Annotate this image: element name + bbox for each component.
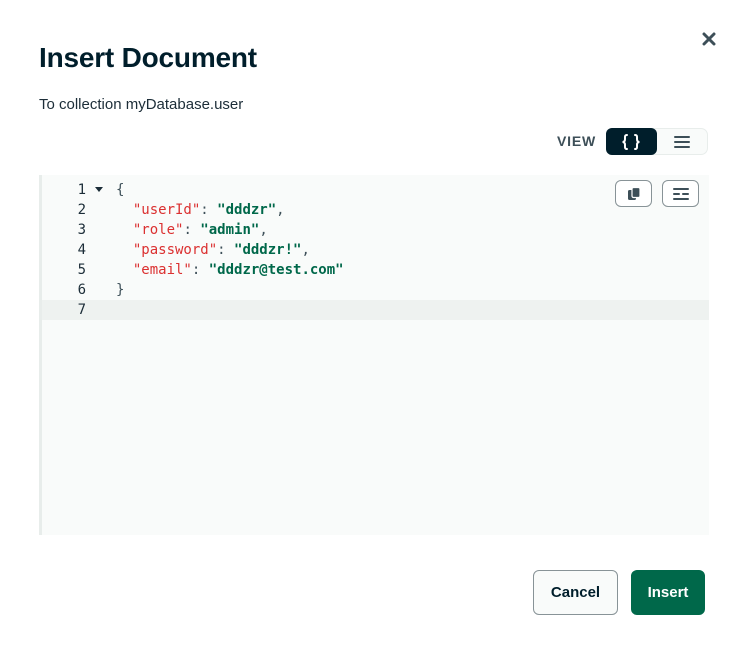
json-key: "userId" [132, 202, 201, 218]
line-number: 5 [77, 262, 86, 278]
code-line: 6 } [42, 280, 709, 300]
view-label: VIEW [557, 133, 596, 149]
json-value: "dddzr!" [234, 242, 302, 258]
modal-title: Insert Document [39, 42, 257, 73]
insert-document-modal: Insert Document To collection myDatabase… [0, 0, 749, 658]
json-value: "dddzr" [217, 202, 277, 218]
json-key: "password" [132, 242, 218, 258]
close-icon [702, 32, 716, 46]
code-text: } [116, 282, 125, 298]
code-text: "password": "dddzr!", [132, 242, 310, 258]
code-line: 5 "email": "dddzr@test.com" [42, 260, 709, 280]
json-view-button[interactable] [606, 128, 657, 155]
view-toggle [606, 128, 708, 155]
code-text: "email": "dddzr@test.com" [132, 262, 344, 278]
code-line: 3 "role": "admin", [42, 220, 709, 240]
code-text: "role": "admin", [132, 222, 268, 238]
json-value: "admin" [200, 222, 260, 238]
cancel-button[interactable]: Cancel [533, 570, 618, 615]
list-view-button[interactable] [657, 129, 708, 154]
code-line-active: 7 [42, 300, 709, 320]
caret-down-icon [95, 187, 103, 192]
code-line: 1 { [42, 180, 709, 200]
menu-lines-icon [673, 135, 690, 148]
json-editor[interactable]: 1 { 2 "userId": "dddzr", 3 "role": "admi… [39, 175, 709, 535]
line-number: 6 [77, 282, 86, 298]
json-value: "dddzr@test.com" [208, 262, 344, 278]
insert-button[interactable]: Insert [631, 570, 705, 615]
modal-subtitle: To collection myDatabase.user [39, 96, 244, 113]
json-key: "role" [132, 222, 184, 238]
line-number: 1 [77, 182, 86, 198]
curly-braces-icon [622, 133, 640, 150]
fold-toggle[interactable] [94, 180, 104, 200]
line-number: 2 [77, 202, 86, 218]
line-number: 4 [77, 242, 86, 258]
code-line: 4 "password": "dddzr!", [42, 240, 709, 260]
line-number: 3 [77, 222, 86, 238]
close-button[interactable] [699, 29, 719, 49]
code-text: "userId": "dddzr", [132, 202, 285, 218]
line-number: 7 [77, 302, 86, 318]
json-key: "email" [132, 262, 192, 278]
code-text: { [116, 182, 125, 198]
code-line: 2 "userId": "dddzr", [42, 200, 709, 220]
